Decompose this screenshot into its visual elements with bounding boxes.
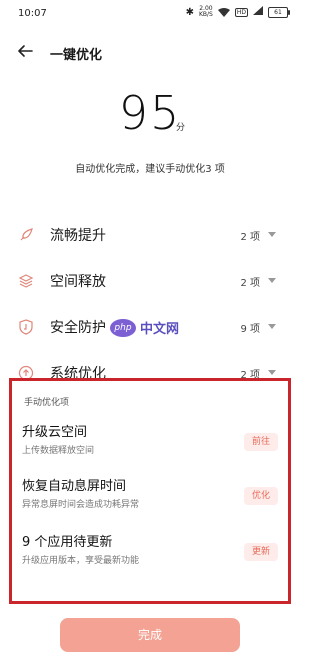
- wifi-icon: [217, 7, 230, 17]
- shield-icon: [18, 319, 34, 335]
- rocket-icon: [18, 227, 34, 243]
- score-value: 95: [118, 86, 182, 140]
- category-count: 2 项: [240, 231, 260, 243]
- item-subtitle: 上传数据释放空间: [22, 446, 95, 456]
- header: 一键优化: [0, 38, 300, 68]
- status-icons: ✱ 2.00 KB/S HD 61: [185, 5, 290, 18]
- battery-icon: 61: [268, 6, 290, 18]
- hd-badge: HD: [234, 7, 248, 17]
- network-speed: 2.00 KB/S: [198, 5, 213, 18]
- chevron-down-icon: [268, 324, 276, 329]
- chevron-down-icon: [268, 278, 276, 283]
- section-title: 手动优化项: [24, 398, 70, 408]
- item-title: 9 个应用待更新: [22, 535, 113, 550]
- manual-item-screen-timeout[interactable]: 恢复自动息屏时间 异常息屏时间会造成功耗异常 优化: [22, 475, 278, 523]
- done-button[interactable]: 完成: [60, 618, 240, 652]
- category-count: 2 项: [240, 277, 260, 289]
- optimization-summary: 自动优化完成，建议手动优化3 项: [75, 164, 225, 175]
- update-button[interactable]: 更新: [244, 543, 278, 561]
- manual-item-app-updates[interactable]: 9 个应用待更新 升级应用版本，享受最新功能 更新: [22, 531, 278, 579]
- manual-item-cloud[interactable]: 升级云空间 上传数据释放空间 前往: [22, 421, 278, 469]
- bluetooth-icon: ✱: [185, 6, 194, 18]
- watermark-text: 中文网: [140, 322, 180, 337]
- chevron-down-icon: [268, 370, 276, 375]
- score-display: 95 分: [0, 86, 300, 140]
- item-subtitle: 升级应用版本，享受最新功能: [22, 556, 140, 566]
- signal-icon: [253, 6, 263, 18]
- item-title: 恢复自动息屏时间: [22, 479, 127, 494]
- optimize-button[interactable]: 优化: [244, 487, 278, 505]
- back-arrow-icon[interactable]: [16, 42, 36, 62]
- score-unit: 分: [176, 123, 186, 133]
- category-label: 安全防护: [50, 320, 106, 336]
- item-title: 升级云空间: [22, 425, 88, 440]
- chevron-down-icon: [268, 232, 276, 237]
- category-list: 流畅提升 2 项 空间释放 2 项 安全防护 9 项 系统优化 2 项: [18, 212, 286, 396]
- watermark: php 中文网: [110, 318, 179, 337]
- category-item-smooth[interactable]: 流畅提升 2 项: [18, 212, 286, 258]
- category-count: 9 项: [240, 323, 260, 335]
- category-label: 空间释放: [50, 274, 106, 290]
- category-item-space[interactable]: 空间释放 2 项: [18, 258, 286, 304]
- manual-optimization-section: 手动优化项 升级云空间 上传数据释放空间 前往 恢复自动息屏时间 异常息屏时间会…: [9, 378, 291, 604]
- status-time: 10:07: [18, 8, 47, 19]
- status-bar: 10:07 ✱ 2.00 KB/S HD 61: [0, 0, 300, 28]
- page-title: 一键优化: [50, 48, 103, 63]
- item-subtitle: 异常息屏时间会造成功耗异常: [22, 500, 140, 510]
- layers-icon: [18, 273, 34, 289]
- watermark-logo: php: [110, 318, 136, 337]
- category-label: 流畅提升: [50, 228, 106, 244]
- goto-button[interactable]: 前往: [244, 433, 278, 451]
